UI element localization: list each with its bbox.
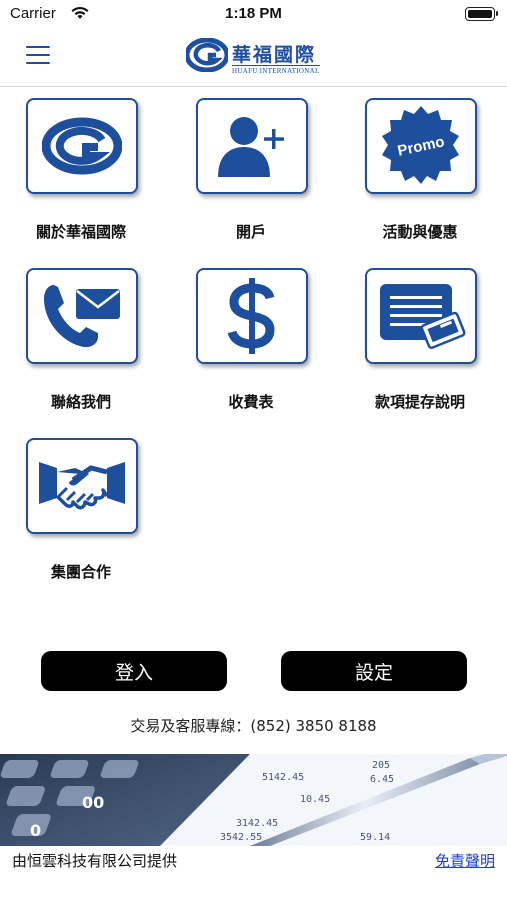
handshake-icon	[39, 462, 125, 510]
huafu-logo-mark-icon	[186, 38, 228, 72]
tile-label: 集團合作	[50, 563, 111, 581]
promo-badge-icon: Promo	[382, 106, 459, 184]
banner-number: 205	[372, 760, 390, 771]
dollar-icon	[227, 278, 275, 354]
tile-icon-box: Promo	[365, 98, 477, 194]
tile-label: 收費表	[228, 393, 274, 411]
calculator-pen-illustration: 00 0 205 6.45 5142.45 3142.45 3542.55 59…	[0, 754, 507, 846]
status-bar: Carrier 1:18 PM	[0, 0, 507, 30]
banner-number: 0	[30, 821, 41, 840]
tile-icon-box	[196, 268, 308, 364]
banner-number: 5142.45	[262, 772, 304, 783]
tile-label: 款項提存說明	[374, 393, 465, 411]
tile-icon-box	[26, 268, 138, 364]
banner-number: 3142.45	[236, 818, 278, 829]
banner-number: 59.14	[360, 832, 390, 843]
login-button[interactable]: 登入	[41, 651, 227, 691]
tile-promotions[interactable]: Promo 活動與優惠	[345, 98, 495, 268]
huafu-logo-icon	[42, 117, 122, 175]
customer-hotline: 交易及客服專線：(852) 3850 8188	[130, 717, 377, 735]
tile-label: 活動與優惠	[382, 223, 458, 241]
tile-label: 開戶	[235, 223, 266, 241]
disclaimer-link[interactable]: 免責聲明	[435, 850, 495, 871]
battery-icon	[465, 7, 498, 21]
tile-deposit-withdrawal[interactable]: 款項提存說明	[345, 268, 495, 438]
phone-mail-icon	[44, 285, 120, 348]
tile-icon-box	[365, 268, 477, 364]
tile-open-account[interactable]: 開戶	[176, 98, 326, 268]
tile-icon-box	[26, 438, 138, 534]
add-user-icon	[218, 117, 284, 177]
tile-icon-box	[196, 98, 308, 194]
banner-number: 10.45	[300, 794, 330, 805]
document-ticket-icon	[380, 284, 466, 349]
provider-credit: 由恒雲科技有限公司提供	[12, 852, 178, 870]
settings-button[interactable]: 設定	[281, 651, 467, 691]
tile-contact-us[interactable]: 聯絡我們	[6, 268, 156, 438]
banner-number: 00	[82, 793, 104, 812]
tile-group-cooperation[interactable]: 集團合作	[6, 438, 156, 608]
tile-about-huafu[interactable]: 關於華福國際	[6, 98, 156, 268]
app-header: 華福國際 HUAFU INTERNATIONAL	[0, 30, 507, 87]
clock: 1:18 PM	[225, 5, 282, 22]
banner-number: 3542.55	[220, 832, 262, 843]
banner-image: 00 0 205 6.45 5142.45 3142.45 3542.55 59…	[0, 754, 507, 846]
logo-chinese-text: 華福國際	[232, 44, 317, 66]
hamburger-menu-icon[interactable]	[26, 46, 50, 66]
logo-english-text: HUAFU INTERNATIONAL	[232, 65, 320, 75]
tile-icon-box	[26, 98, 138, 194]
tile-label: 關於華福國際	[35, 223, 126, 241]
tile-label: 聯絡我們	[50, 393, 111, 411]
banner-number: 6.45	[370, 774, 394, 785]
tile-fee-schedule[interactable]: 收費表	[176, 268, 326, 438]
